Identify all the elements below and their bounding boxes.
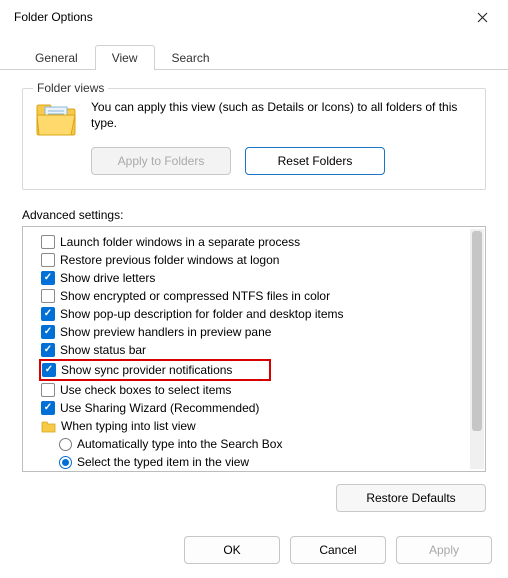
reset-folders-button[interactable]: Reset Folders <box>245 147 385 175</box>
list-item[interactable]: Show pop-up description for folder and d… <box>41 305 467 323</box>
checkbox-icon[interactable] <box>41 383 55 397</box>
list-item-label: Show preview handlers in preview pane <box>60 325 271 339</box>
checkbox-icon[interactable] <box>41 307 55 321</box>
cancel-button[interactable]: Cancel <box>290 536 386 564</box>
list-item[interactable]: When typing into list view <box>41 417 467 435</box>
advanced-settings-list[interactable]: Launch folder windows in a separate proc… <box>22 226 486 472</box>
folder-mini-icon <box>41 420 56 433</box>
list-item[interactable]: Use Sharing Wizard (Recommended) <box>41 399 467 417</box>
window-title: Folder Options <box>14 10 93 24</box>
list-item[interactable]: Use check boxes to select items <box>41 381 467 399</box>
list-item[interactable]: Select the typed item in the view <box>59 453 467 471</box>
list-item[interactable]: Show drive letters <box>41 269 467 287</box>
list-item-label: Use check boxes to select items <box>60 383 231 397</box>
checkbox-icon[interactable] <box>41 325 55 339</box>
dialog-buttons: OK Cancel Apply <box>0 526 508 578</box>
checkbox-icon[interactable] <box>41 235 55 249</box>
radio-icon[interactable] <box>59 438 72 451</box>
folder-views-label: Folder views <box>33 81 108 95</box>
tab-strip: General View Search <box>0 42 508 70</box>
list-item[interactable]: Automatically type into the Search Box <box>59 435 467 453</box>
folder-options-window: Folder Options General View Search Folde… <box>0 0 508 578</box>
apply-to-folders-button: Apply to Folders <box>91 147 231 175</box>
checkbox-icon[interactable] <box>42 363 56 377</box>
close-button[interactable] <box>464 4 500 30</box>
tab-content-view: Folder views You can apply this view (su… <box>0 70 508 526</box>
checkbox-icon[interactable] <box>41 253 55 267</box>
list-item-label: Automatically type into the Search Box <box>77 437 282 451</box>
list-item[interactable]: Show status bar <box>41 341 467 359</box>
list-item[interactable]: Show preview handlers in preview pane <box>41 323 467 341</box>
list-item[interactable]: Restore previous folder windows at logon <box>41 251 467 269</box>
folder-views-text: You can apply this view (such as Details… <box>91 99 473 131</box>
list-item-label: Show drive letters <box>60 271 155 285</box>
tab-general[interactable]: General <box>18 45 95 70</box>
ok-button[interactable]: OK <box>184 536 280 564</box>
checkbox-icon[interactable] <box>41 401 55 415</box>
checkbox-icon[interactable] <box>41 343 55 357</box>
advanced-settings-label: Advanced settings: <box>22 208 486 222</box>
list-item-label: Show status bar <box>60 343 146 357</box>
titlebar: Folder Options <box>0 0 508 34</box>
tab-view[interactable]: View <box>95 45 155 70</box>
apply-button: Apply <box>396 536 492 564</box>
list-item-label: When typing into list view <box>61 419 196 433</box>
scrollbar[interactable] <box>470 229 484 469</box>
folder-icon <box>35 99 77 137</box>
radio-icon[interactable] <box>59 456 72 469</box>
list-item[interactable]: Launch folder windows in a separate proc… <box>41 233 467 251</box>
folder-views-group: Folder views You can apply this view (su… <box>22 88 486 190</box>
list-item-label: Show encrypted or compressed NTFS files … <box>60 289 330 303</box>
list-item-label: Restore previous folder windows at logon <box>60 253 279 267</box>
list-item-label: Use Sharing Wizard (Recommended) <box>60 401 259 415</box>
list-item-label: Show pop-up description for folder and d… <box>60 307 344 321</box>
checkbox-icon[interactable] <box>41 289 55 303</box>
list-item[interactable]: Show sync provider notifications <box>39 359 271 381</box>
close-icon <box>477 12 488 23</box>
restore-defaults-button[interactable]: Restore Defaults <box>336 484 486 512</box>
list-item-label: Launch folder windows in a separate proc… <box>60 235 300 249</box>
scrollbar-thumb[interactable] <box>472 231 482 431</box>
list-item-label: Select the typed item in the view <box>77 455 249 469</box>
checkbox-icon[interactable] <box>41 271 55 285</box>
tab-search[interactable]: Search <box>155 45 227 70</box>
list-item-label: Show sync provider notifications <box>61 363 232 377</box>
list-item[interactable]: Show encrypted or compressed NTFS files … <box>41 287 467 305</box>
